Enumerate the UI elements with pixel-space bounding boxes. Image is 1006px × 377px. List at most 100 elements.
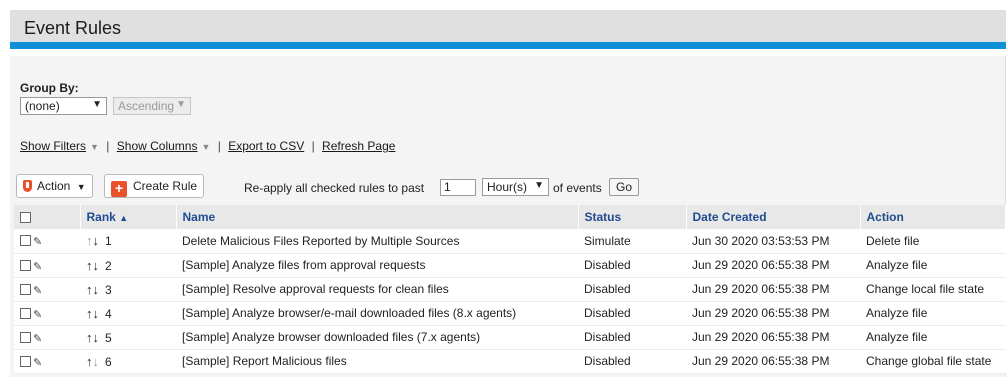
row-select-cell: ✎ (14, 349, 80, 373)
edit-icon[interactable]: ✎ (33, 284, 42, 297)
page-title: Event Rules (24, 18, 122, 38)
action-cell: Analyze file (866, 330, 928, 344)
reapply-unit-select[interactable]: Hour(s) ▼ (482, 178, 549, 196)
table-header-row: Rank ▲ Name Status Date Created Action (14, 205, 1006, 229)
group-by-label: Group By: (20, 81, 79, 95)
col-header-action[interactable]: Action (860, 205, 1006, 229)
plus-icon: + (111, 181, 127, 197)
row-select-cell: ✎ (14, 325, 80, 349)
rank-cell: ↑↓ 4 (80, 301, 176, 325)
row-checkbox[interactable] (20, 307, 31, 319)
select-all-header[interactable] (14, 205, 81, 229)
date-created-cell: Jun 29 2020 06:55:38 PM (692, 306, 830, 320)
sort-asc-icon: ▲ (119, 213, 129, 223)
chevron-down-icon: ▼ (76, 182, 86, 192)
select-all-checkbox[interactable] (20, 212, 31, 223)
move-down-icon[interactable]: ↓ (93, 354, 100, 369)
rank-cell: ↑↓ 3 (80, 277, 176, 301)
separator: | (217, 139, 221, 153)
caret-down-icon: ▼ (201, 142, 211, 152)
rank-value: 1 (105, 234, 112, 249)
action-cell: Change local file state (866, 282, 985, 296)
status-cell: Disabled (584, 306, 631, 320)
action-menu-button[interactable]: Action ▼ (16, 174, 93, 198)
edit-icon[interactable]: ✎ (33, 332, 42, 345)
row-checkbox[interactable] (20, 331, 31, 343)
link-bar: Show Filters ▼ | Show Columns ▼ | Export t… (20, 139, 395, 153)
show-columns-link[interactable]: Show Columns (117, 139, 198, 153)
move-down-icon[interactable]: ↓ (93, 330, 100, 345)
create-rule-button[interactable]: + Create Rule (104, 174, 205, 198)
status-cell: Disabled (584, 258, 631, 272)
reapply-count-input[interactable]: 1 (440, 179, 476, 196)
move-down-icon[interactable]: ↓ (93, 233, 100, 248)
rank-value: 2 (105, 258, 112, 273)
rule-name-cell[interactable]: [Sample] Report Malicious files (176, 349, 578, 373)
action-cell: Change global file state (866, 354, 992, 368)
col-header-status[interactable]: Status (578, 205, 687, 229)
move-down-icon[interactable]: ↓ (93, 282, 100, 297)
row-select-cell: ✎ (14, 277, 80, 301)
reapply-suffix-text: of events (553, 181, 602, 195)
rule-name-cell[interactable]: Delete Malicious Files Reported by Multi… (176, 229, 578, 253)
chevron-down-icon: ▼ (534, 180, 544, 191)
reapply-prefix-text: Re-apply all checked rules to past (244, 181, 425, 195)
row-checkbox[interactable] (20, 355, 31, 367)
action-cell: Delete file (866, 233, 920, 248)
edit-icon[interactable]: ✎ (33, 308, 42, 321)
group-by-field-select[interactable]: (none) ▼ (20, 97, 107, 115)
rank-value: 5 (105, 330, 112, 345)
chevron-down-icon: ▼ (92, 99, 102, 110)
export-csv-link[interactable]: Export to CSV (228, 139, 304, 153)
col-header-rank[interactable]: Rank ▲ (80, 205, 177, 229)
table-row[interactable]: ✎ ↑↓ 4 [Sample] Analyze browser/e-mail do… (14, 301, 1006, 325)
rank-cell: ↑↓ 6 (80, 349, 176, 373)
caret-down-icon: ▼ (90, 142, 99, 152)
row-select-cell: ✎ (14, 301, 80, 325)
row-checkbox[interactable] (20, 259, 31, 271)
edit-icon[interactable]: ✎ (33, 356, 42, 369)
status-cell: Simulate (584, 233, 631, 248)
row-select-cell: ✎ (14, 253, 80, 277)
shield-icon (23, 180, 32, 192)
date-created-cell: Jun 29 2020 06:55:38 PM (692, 282, 830, 296)
rule-name-cell[interactable]: [Sample] Analyze browser/e-mail download… (176, 301, 578, 325)
table-row[interactable]: ✎ ↑↓ 5 [Sample] Analyze browser downloade… (14, 325, 1006, 349)
date-created-cell: Jun 30 2020 03:53:53 PM (692, 233, 830, 248)
table-row[interactable]: ✎ ↑↓ 3 [Sample] Resolve approval requests… (14, 277, 1006, 301)
rank-value: 3 (105, 282, 112, 297)
rule-name-cell[interactable]: [Sample] Resolve approval requests for c… (176, 277, 578, 301)
date-created-cell: Jun 29 2020 06:55:38 PM (692, 330, 830, 344)
table-row[interactable]: ✎ ↑↓ 1 Delete Malicious Files Reported by… (14, 229, 1006, 253)
rule-name-cell[interactable]: [Sample] Analyze browser downloaded file… (176, 325, 578, 349)
table-row[interactable]: ✎ ↑↓ 2 [Sample] Analyze files from approv… (14, 253, 1006, 277)
move-down-icon[interactable]: ↓ (93, 306, 100, 321)
refresh-page-link[interactable]: Refresh Page (322, 139, 395, 153)
row-checkbox[interactable] (20, 283, 31, 295)
show-filters-link[interactable]: Show Filters (20, 139, 86, 153)
action-cell: Analyze file (866, 258, 928, 272)
move-down-icon[interactable]: ↓ (93, 258, 100, 273)
event-rules-table: Rank ▲ Name Status Date Created Action ✎… (14, 205, 1006, 374)
row-checkbox[interactable] (20, 235, 31, 247)
rank-cell: ↑↓ 5 (80, 325, 176, 349)
status-cell: Disabled (584, 282, 631, 296)
rule-name-cell[interactable]: [Sample] Analyze files from approval req… (176, 253, 578, 277)
row-select-cell: ✎ (14, 229, 80, 253)
rank-cell: ↑↓ 1 (80, 229, 176, 253)
edit-icon[interactable]: ✎ (33, 235, 42, 248)
status-cell: Disabled (584, 330, 631, 344)
date-created-cell: Jun 29 2020 06:55:38 PM (692, 258, 830, 272)
rank-value: 4 (105, 306, 112, 321)
action-cell: Analyze file (866, 306, 928, 320)
group-by-order-select[interactable]: Ascending ▼ (113, 97, 191, 115)
chevron-down-icon: ▼ (176, 99, 186, 110)
rank-cell: ↑↓ 2 (80, 253, 176, 277)
date-created-cell: Jun 29 2020 06:55:38 PM (692, 354, 830, 368)
edit-icon[interactable]: ✎ (33, 260, 42, 273)
table-row[interactable]: ✎ ↑↓ 6 [Sample] Report Malicious files Di… (14, 349, 1006, 373)
go-button[interactable]: Go (609, 178, 640, 196)
col-header-date-created[interactable]: Date Created (686, 205, 861, 229)
rank-value: 6 (105, 354, 112, 369)
col-header-name[interactable]: Name (176, 205, 579, 229)
